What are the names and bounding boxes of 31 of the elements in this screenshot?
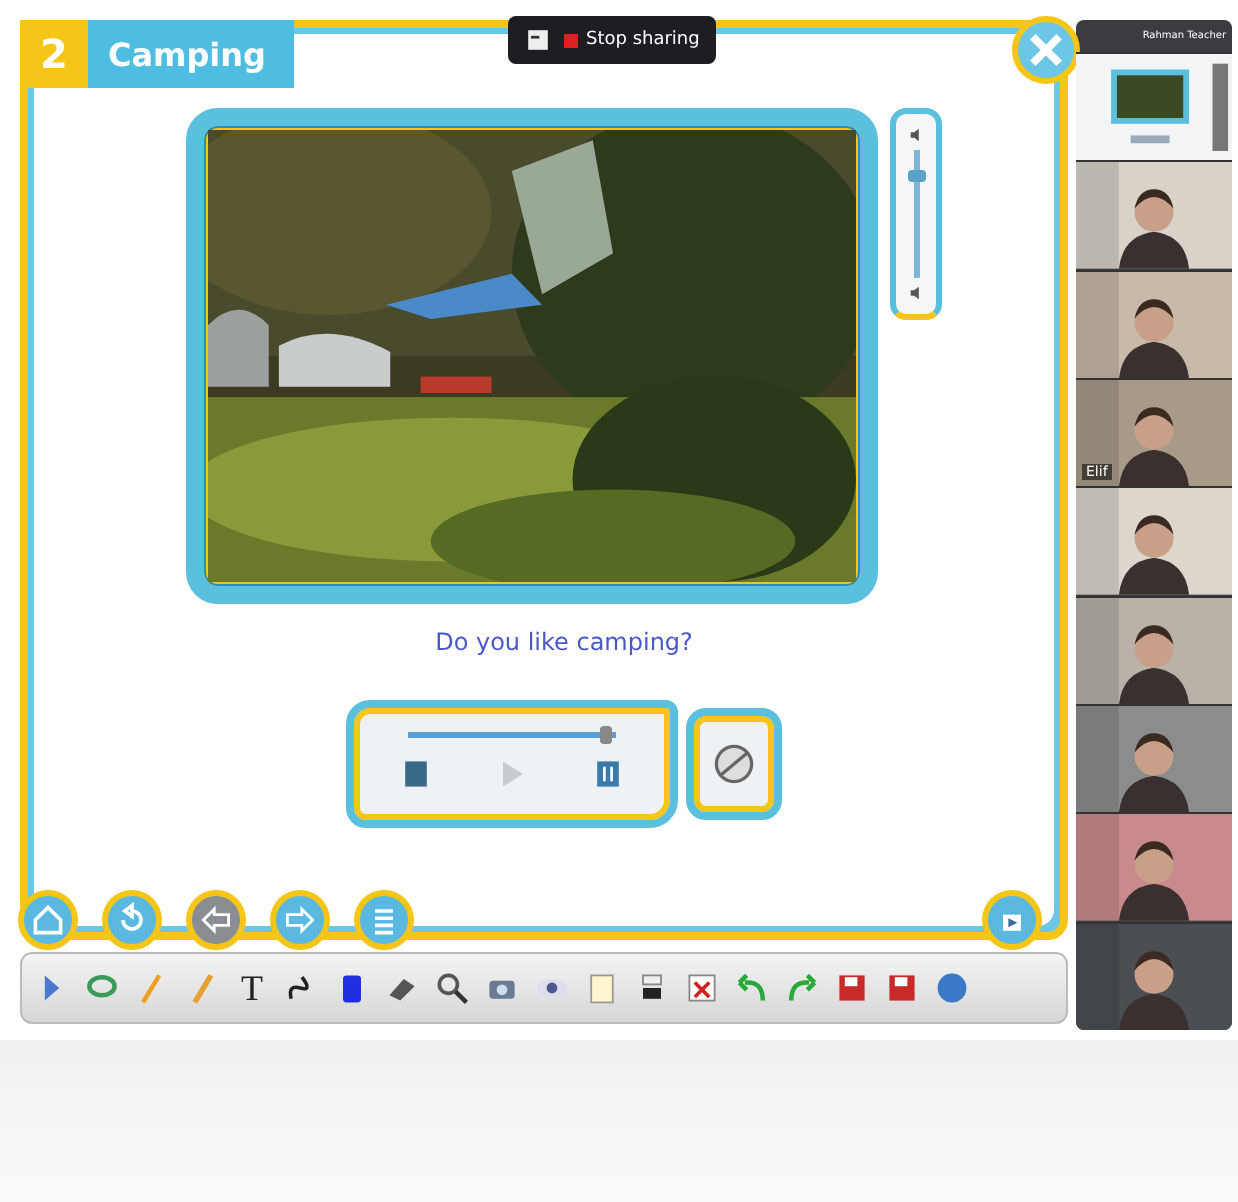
delete-icon: [684, 970, 720, 1006]
magnifier-icon: [434, 970, 470, 1006]
speaker-quiet-icon: [907, 284, 925, 302]
progress-thumb[interactable]: [599, 725, 612, 743]
window-icon: [524, 26, 552, 54]
save-icon: [884, 970, 920, 1006]
note-icon: [584, 970, 620, 1006]
home-icon: [30, 902, 66, 938]
stop-icon: [564, 33, 578, 47]
forward-button[interactable]: [270, 890, 330, 950]
volume-thumb[interactable]: [907, 169, 925, 182]
undo-icon: [734, 970, 770, 1006]
lesson-title: Camping: [88, 20, 294, 88]
forward-arrow-icon: [282, 902, 318, 938]
close-icon: [1024, 28, 1068, 72]
exit-video-button[interactable]: [982, 890, 1042, 950]
video-caption: Do you like camping?: [435, 628, 693, 656]
replay-button[interactable]: [102, 890, 162, 950]
list-button[interactable]: [354, 890, 414, 950]
subtitles-toggle[interactable]: [686, 708, 782, 820]
save-icon: [834, 970, 870, 1006]
globe-icon: [934, 970, 970, 1006]
back-arrow-icon: [198, 902, 234, 938]
close-button[interactable]: [1012, 16, 1080, 84]
subtitles-off-icon: [712, 742, 756, 786]
stop-sharing-button[interactable]: Stop sharing: [564, 30, 700, 50]
redo-icon: [784, 970, 820, 1006]
speaker-loud-icon: [907, 126, 925, 144]
text-tool[interactable]: T: [230, 964, 274, 1012]
home-button[interactable]: [18, 890, 78, 950]
lesson-number: 2: [20, 20, 88, 88]
